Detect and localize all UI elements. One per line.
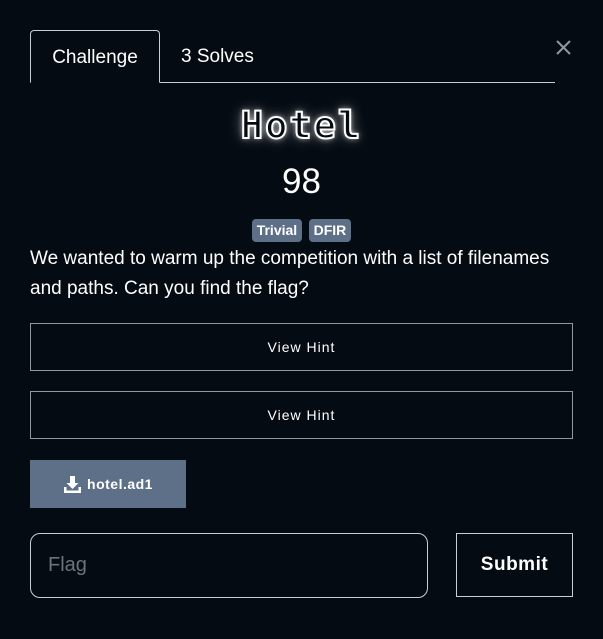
tab-challenge[interactable]: Challenge [30, 30, 160, 83]
download-icon [63, 475, 87, 494]
view-hint-button[interactable]: View Hint [30, 323, 573, 371]
close-icon[interactable] [553, 36, 575, 58]
tag-badge: Trivial [251, 219, 303, 242]
tag-badge: DFIR [308, 219, 352, 242]
tab-bar: Challenge 3 Solves [30, 30, 555, 83]
view-hint-button[interactable]: View Hint [30, 391, 573, 439]
challenge-modal: Challenge 3 Solves Hotel 98 Trivial DFIR… [0, 0, 603, 639]
file-download-button[interactable]: hotel.ad1 [30, 460, 186, 508]
file-name: hotel.ad1 [87, 476, 153, 492]
tag-list: Trivial DFIR [0, 219, 603, 242]
submit-button[interactable]: Submit [456, 533, 573, 597]
challenge-name: Hotel [240, 103, 363, 148]
challenge-description: We wanted to warm up the competition wit… [30, 248, 550, 299]
flag-input[interactable] [30, 533, 428, 598]
challenge-value: 98 [282, 162, 321, 201]
tab-solves[interactable]: 3 Solves [181, 30, 254, 83]
